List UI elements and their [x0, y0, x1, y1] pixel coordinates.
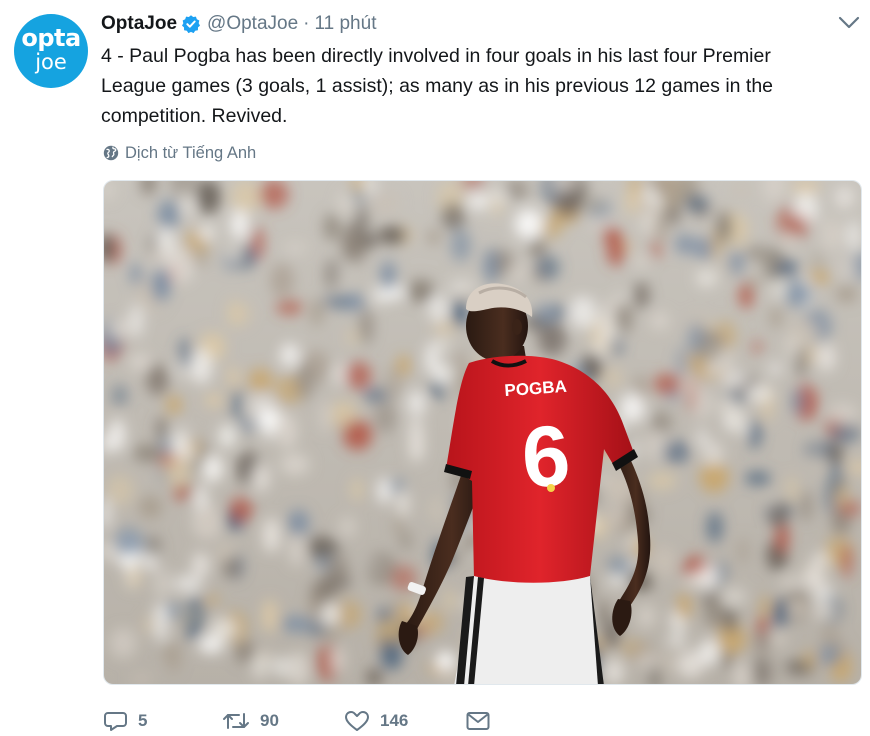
- handle[interactable]: @OptaJoe: [207, 13, 298, 35]
- timestamp[interactable]: 11 phút: [314, 13, 376, 35]
- tweet-text: 4 - Paul Pogba has been directly involve…: [101, 45, 774, 127]
- avatar-text-line1: opta: [21, 24, 81, 52]
- verified-badge-icon: [182, 15, 201, 34]
- retweet-icon: [223, 713, 249, 729]
- display-name[interactable]: OptaJoe: [101, 13, 177, 35]
- tweet-header: OptaJoe @OptaJoe · 11 phút: [101, 11, 376, 37]
- tweet-photo[interactable]: POGBA 6: [103, 180, 862, 685]
- separator-dot: ·: [303, 13, 310, 34]
- avatar-text-line2: joe: [35, 50, 67, 74]
- jersey-number: 6: [519, 408, 573, 507]
- retweet-count: 90: [260, 711, 279, 730]
- reply-button[interactable]: 5: [104, 706, 147, 736]
- like-count: 146: [380, 711, 409, 730]
- like-button[interactable]: 146: [344, 706, 408, 736]
- globe-icon: [103, 145, 119, 161]
- translate-label: Dịch từ Tiếng Anh: [125, 143, 257, 162]
- tweet-card[interactable]: opta joe OptaJoe @OptaJoe · 11 phút 4 - …: [0, 0, 870, 736]
- reply-icon: [104, 712, 127, 731]
- retweet-button[interactable]: 90: [222, 706, 279, 736]
- direct-message-icon: [466, 712, 490, 730]
- translate-link[interactable]: Dịch từ Tiếng Anh: [103, 142, 256, 164]
- photo-football-player: POGBA 6: [104, 181, 861, 684]
- like-heart-icon: [345, 711, 369, 731]
- avatar[interactable]: opta joe: [14, 14, 88, 88]
- direct-message-button[interactable]: [466, 706, 500, 736]
- chevron-down-icon[interactable]: [838, 16, 860, 30]
- reply-count: 5: [138, 711, 148, 730]
